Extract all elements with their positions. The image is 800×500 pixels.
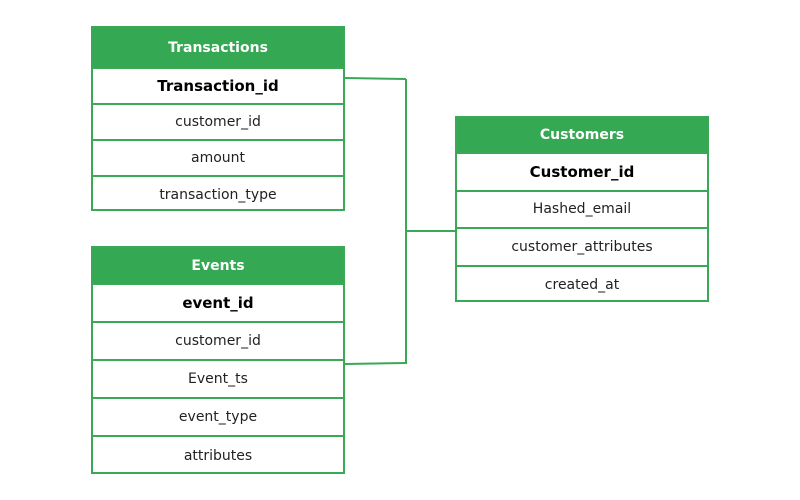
field: customer_id (93, 323, 343, 361)
field: Hashed_email (457, 192, 707, 229)
field: customer_attributes (457, 229, 707, 267)
table-transactions[interactable]: Transactions Transaction_id customer_id … (91, 26, 345, 211)
connector-events (344, 362, 407, 365)
table-events[interactable]: Events event_id customer_id Event_ts eve… (91, 246, 345, 474)
connector-transactions (344, 77, 407, 80)
field-primary-key: Transaction_id (93, 69, 343, 105)
field: created_at (544, 277, 620, 294)
field: customer_id (93, 105, 343, 141)
table-header: Events (93, 248, 343, 285)
field: event_type (93, 399, 343, 437)
field: amount (93, 141, 343, 177)
table-header: Transactions (93, 28, 343, 69)
table-customers[interactable]: Customers Customer_id Hashed_email custo… (455, 116, 709, 302)
field: attributes (183, 448, 253, 464)
field-primary-key: event_id (93, 285, 343, 323)
field: Event_ts (93, 361, 343, 399)
table-header: Customers (457, 118, 707, 154)
field: transaction_type (159, 187, 277, 203)
field-primary-key: Customer_id (457, 154, 707, 192)
